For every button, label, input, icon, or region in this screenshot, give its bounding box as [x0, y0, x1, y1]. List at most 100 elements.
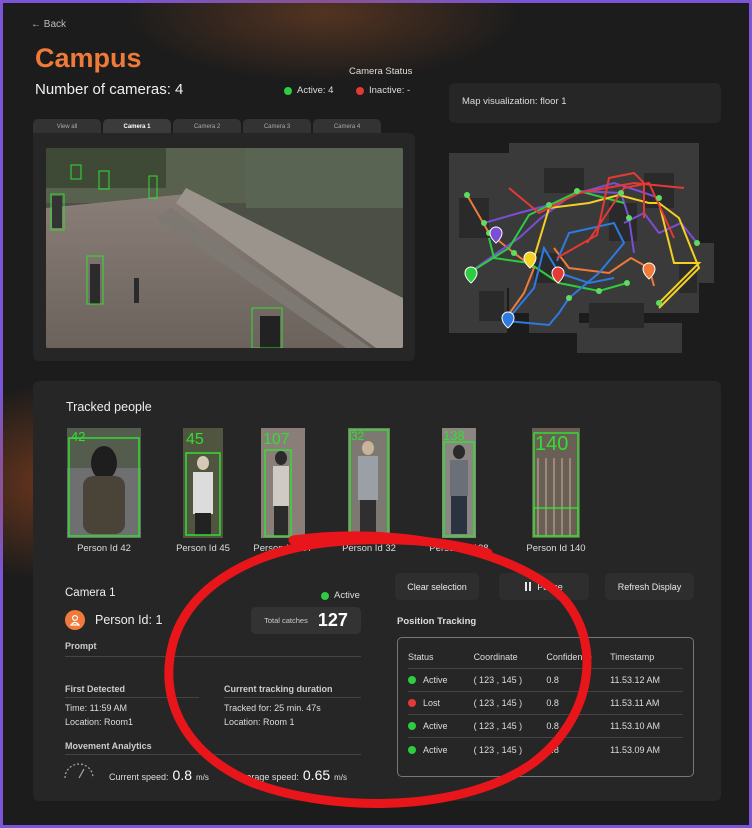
person-thumbnail-140[interactable]: 140	[532, 428, 580, 538]
camera-active-status: Active	[321, 590, 360, 601]
average-speed: Average speed: 0.65 m/s	[236, 767, 347, 783]
inactive-count: Inactive: -	[369, 85, 411, 96]
first-detected-time: Time: 11:59 AM	[65, 703, 128, 713]
row-coordinate: ( 123 , 145 )	[473, 744, 523, 755]
table-header: Status Coordinate Confidence Timestamp	[408, 646, 683, 669]
active-count: Active: 4	[297, 85, 334, 96]
refresh-display-button[interactable]: Refresh Display	[605, 573, 694, 600]
person-thumbnail-107[interactable]: 107	[261, 428, 305, 538]
position-tracking-table: Status Coordinate Confidence Timestamp A…	[397, 637, 694, 777]
camera-count: Number of cameras: 4	[35, 81, 184, 98]
person-label: Person Id 138	[429, 543, 489, 554]
row-coordinate: ( 123 , 145 )	[473, 675, 523, 685]
row-status: Active	[423, 721, 448, 731]
camera-tabs: View all Camera 1 Camera 2 Camera 3 Came…	[33, 119, 381, 134]
pause-icon	[525, 582, 532, 591]
tab-camera-3[interactable]: Camera 3	[243, 119, 311, 134]
current-speed-label: Current speed:	[109, 772, 169, 782]
divider	[224, 697, 361, 698]
col-confidence: Confidence	[546, 652, 592, 662]
row-timestamp: 11.53.12 AM	[610, 675, 661, 685]
movement-analytics-label: Movement Analytics	[65, 741, 152, 751]
person-thumbnail-42[interactable]: 42	[67, 428, 141, 538]
person-thumbnail-32[interactable]: 32	[348, 428, 390, 538]
row-status: Lost	[423, 698, 441, 708]
status-dot-icon	[408, 699, 416, 707]
tracked-for-value: Tracked for: 25 min. 47s	[224, 703, 321, 713]
row-coordinate: ( 123 , 145 )	[473, 698, 523, 708]
person-label: Person Id 45	[176, 543, 230, 554]
first-detected-label: First Detected	[65, 684, 126, 694]
camera-status-text: Active	[334, 590, 360, 601]
person-thumbnail-138[interactable]: 138	[442, 428, 476, 538]
person-label: Person Id 107	[253, 543, 313, 554]
col-coordinate: Coordinate	[473, 652, 518, 662]
divider	[65, 697, 199, 698]
row-timestamp: 11.53.11 AM	[610, 698, 660, 708]
person-label: Person Id 140	[526, 543, 586, 554]
row-status: Active	[423, 675, 448, 685]
current-speed-value: 0.8	[172, 767, 193, 783]
total-catches-label: Total catches	[264, 616, 308, 625]
person-tag: 138	[443, 428, 465, 443]
status-dot-icon	[408, 722, 416, 730]
person-tag: 107	[263, 431, 290, 448]
person-id-row: Person Id: 1	[65, 610, 162, 630]
person-id-text: Person Id: 1	[95, 613, 163, 627]
speedometer-icon	[63, 763, 95, 784]
row-timestamp: 11.53.10 AM	[610, 721, 661, 731]
camera-status-label: Camera Status	[349, 66, 413, 77]
total-catches-value: 127	[317, 610, 348, 630]
row-confidence: 0.8	[546, 675, 559, 685]
table-row[interactable]: Lost ( 123 , 145 ) 0.8 11.53.11 AM	[408, 692, 683, 715]
inactive-dot-icon	[356, 86, 364, 95]
person-thumbnail-45[interactable]: 45	[183, 428, 223, 538]
current-speed-unit: m/s	[196, 773, 209, 782]
average-speed-value: 0.65	[302, 767, 331, 783]
active-status: Active: 4	[284, 85, 333, 96]
clear-selection-button[interactable]: Clear selection	[395, 573, 479, 600]
row-status: Active	[423, 744, 448, 755]
current-speed: Current speed: 0.8 m/s	[109, 767, 209, 783]
tracking-duration-label: Current tracking duration	[224, 684, 333, 694]
camera-video-feed[interactable]	[46, 148, 403, 348]
prompt-label: Prompt	[65, 641, 97, 651]
inactive-status: Inactive: -	[356, 85, 410, 96]
table-row[interactable]: Active ( 123 , 145 ) 0.8 11.53.09 AM	[408, 738, 683, 761]
person-tag: 45	[186, 431, 204, 448]
person-label: Person Id 32	[342, 543, 396, 554]
floor-map[interactable]	[449, 143, 721, 353]
tab-camera-2[interactable]: Camera 2	[173, 119, 241, 134]
row-confidence: 0.8	[546, 698, 559, 708]
back-link[interactable]: ← Back	[31, 19, 66, 30]
page-title: Campus	[35, 43, 142, 73]
tab-camera-1[interactable]: Camera 1	[103, 119, 171, 134]
position-tracking-heading: Position Tracking	[397, 616, 477, 627]
person-tag: 42	[71, 429, 85, 444]
divider	[65, 656, 361, 657]
row-confidence: 0.8	[546, 744, 559, 755]
tab-view-all[interactable]: View all	[33, 119, 101, 134]
first-detected-location: Location: Room1	[65, 717, 134, 727]
average-speed-unit: m/s	[334, 773, 348, 782]
col-status: Status	[408, 652, 434, 662]
status-dot-icon	[408, 745, 416, 754]
person-tag: 32	[351, 429, 365, 443]
pause-label: Pause	[537, 581, 563, 592]
table-row[interactable]: Active ( 123 , 145 ) 0.8 11.53.10 AM	[408, 715, 683, 738]
table-row[interactable]: Active ( 123 , 145 ) 0.8 11.53.12 AM	[408, 669, 683, 692]
tracking-location: Location: Room 1	[224, 717, 295, 727]
pause-button[interactable]: Pause	[499, 573, 589, 600]
map-title: Map visualization: floor 1	[462, 96, 567, 107]
row-confidence: 0.8	[546, 721, 559, 731]
active-dot-icon	[321, 591, 329, 600]
row-coordinate: ( 123 , 145 )	[473, 721, 523, 731]
row-timestamp: 11.53.09 AM	[610, 744, 661, 755]
status-dot-icon	[408, 676, 416, 684]
tracked-people-heading: Tracked people	[66, 400, 152, 414]
tab-camera-4[interactable]: Camera 4	[313, 119, 381, 134]
total-catches-badge: Total catches 127	[251, 607, 361, 634]
selected-camera-name: Camera 1	[65, 587, 116, 599]
col-timestamp: Timestamp	[610, 652, 655, 662]
person-tag: 140	[535, 433, 568, 455]
